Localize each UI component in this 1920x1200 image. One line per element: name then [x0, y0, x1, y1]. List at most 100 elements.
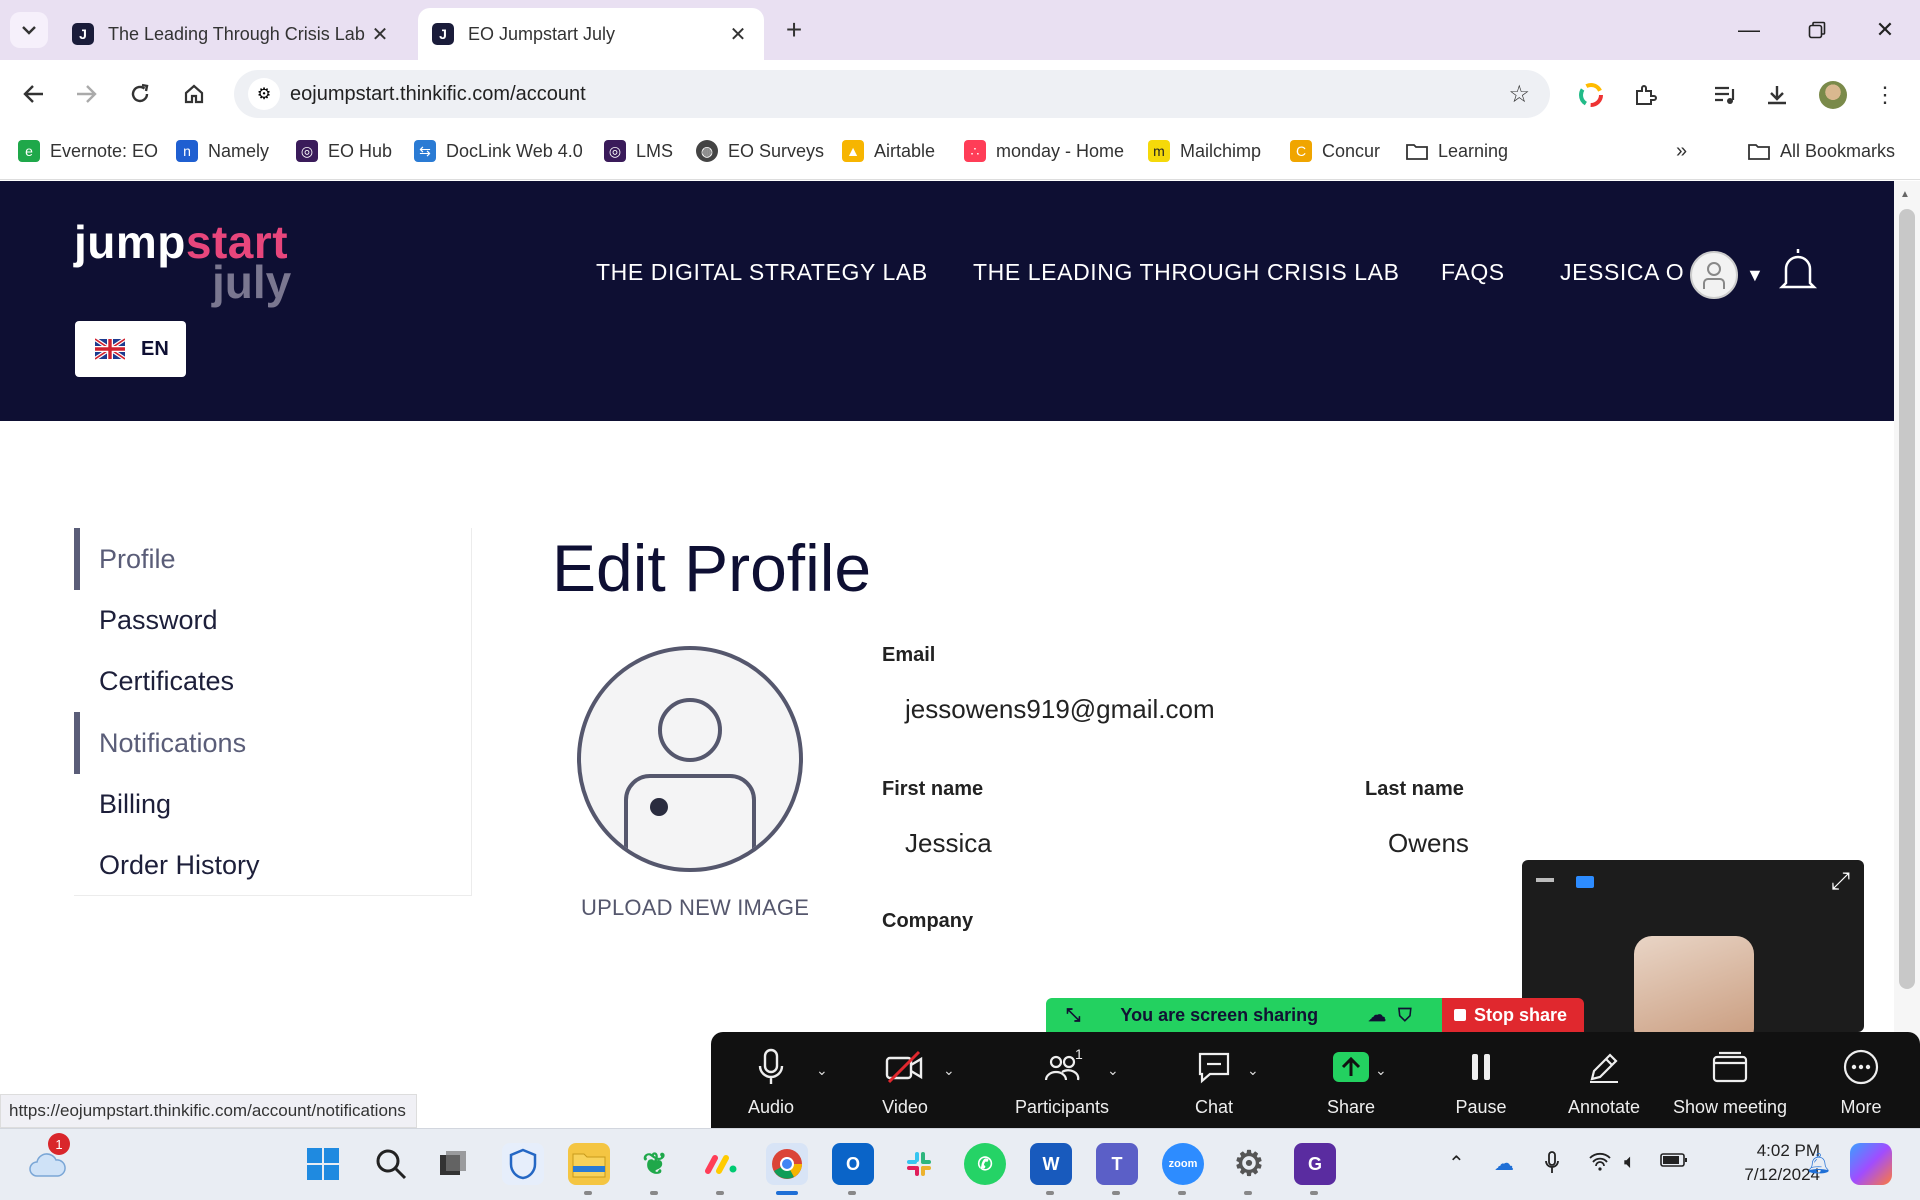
bookmark-namely[interactable]: n Namely	[176, 140, 269, 162]
page-scrollbar[interactable]: ▲	[1894, 181, 1920, 1129]
video-view-icon[interactable]	[1576, 876, 1594, 888]
bookmark-eo-hub[interactable]: ◎ EO Hub	[296, 140, 392, 162]
bookmark-mailchimp[interactable]: m Mailchimp	[1148, 140, 1261, 162]
bookmark-eo-surveys[interactable]: ◍ EO Surveys	[696, 140, 824, 162]
onedrive-cloud-icon[interactable]: ☁	[1494, 1151, 1514, 1176]
extensions-puzzle-icon[interactable]	[1628, 78, 1662, 112]
user-avatar[interactable]	[1690, 251, 1738, 299]
user-menu-name[interactable]: JESSICA O	[1560, 259, 1684, 286]
chat-options-caret-icon[interactable]: ⌄	[1247, 1062, 1259, 1079]
slack-icon[interactable]	[898, 1143, 940, 1185]
chat-button[interactable]: Chat	[1159, 1032, 1269, 1128]
system-clock[interactable]: 4:02 PM 7/12/2024	[1720, 1139, 1820, 1187]
volume-icon[interactable]: 🔈︎	[1624, 1151, 1636, 1174]
defender-shield-icon[interactable]	[502, 1143, 544, 1185]
bookmark-doclink[interactable]: ⇆ DocLink Web 4.0	[414, 140, 583, 162]
word-icon[interactable]: W	[1030, 1143, 1072, 1185]
sidebar-item-certificates[interactable]: Certificates	[74, 650, 464, 712]
forward-button[interactable]	[66, 74, 106, 114]
profile-image[interactable]	[577, 646, 803, 872]
bookmark-airtable[interactable]: ▲ Airtable	[842, 140, 935, 162]
copilot-icon[interactable]	[1850, 1143, 1892, 1185]
more-bookmarks-chevron-icon[interactable]: »	[1676, 140, 1687, 163]
new-tab-button[interactable]: +	[778, 14, 810, 46]
sidebar-item-order-history[interactable]: Order History	[74, 834, 464, 896]
audio-button[interactable]: Audio	[729, 1032, 813, 1128]
language-selector[interactable]: EN	[75, 321, 186, 377]
tab-search-button[interactable]	[10, 12, 48, 48]
video-button[interactable]: Video	[863, 1032, 947, 1128]
audio-options-caret-icon[interactable]: ⌄	[816, 1062, 828, 1079]
nav-faqs[interactable]: FAQS	[1441, 259, 1505, 286]
user-menu-caret-icon[interactable]: ▼	[1746, 265, 1764, 286]
video-options-caret-icon[interactable]: ⌄	[943, 1062, 955, 1079]
minimize-video-icon[interactable]	[1536, 878, 1554, 882]
stop-share-button[interactable]: Stop share	[1442, 998, 1584, 1032]
close-icon[interactable]: ✕	[726, 22, 750, 47]
wifi-icon[interactable]	[1588, 1151, 1612, 1177]
zoom-app-icon[interactable]: zoom	[1162, 1143, 1204, 1185]
share-options-caret-icon[interactable]: ⌄	[1375, 1062, 1387, 1079]
jumpstart-logo[interactable]: jumpstart july	[74, 219, 291, 305]
media-controls-icon[interactable]	[1708, 78, 1742, 112]
profile-avatar-icon[interactable]	[1816, 78, 1850, 112]
tab-eo-jumpstart-july[interactable]: J EO Jumpstart July ✕	[418, 8, 764, 60]
show-meeting-button[interactable]: Show meeting	[1655, 1032, 1805, 1128]
more-button[interactable]: More	[1821, 1032, 1901, 1128]
battery-icon[interactable]	[1660, 1151, 1688, 1174]
bookmark-learning-folder[interactable]: Learning	[1406, 140, 1508, 162]
upload-new-image-link[interactable]: UPLOAD NEW IMAGE	[581, 895, 809, 921]
drag-handle-icon[interactable]: ⤡	[1066, 1005, 1080, 1026]
evernote-app-icon[interactable]: ❦	[634, 1143, 676, 1185]
share-button[interactable]: Share	[1301, 1032, 1401, 1128]
participants-button[interactable]: Participants	[997, 1032, 1127, 1128]
pause-share-button[interactable]: Pause	[1431, 1032, 1531, 1128]
bookmark-star-icon[interactable]: ☆	[1508, 80, 1530, 109]
microphone-tray-icon[interactable]	[1544, 1151, 1560, 1181]
restore-button[interactable]	[1792, 10, 1842, 50]
annotate-button[interactable]: Annotate	[1549, 1032, 1659, 1128]
close-icon[interactable]: ✕	[368, 22, 392, 47]
bookmark-monday[interactable]: ∴ monday - Home	[964, 140, 1124, 162]
notification-bell-icon[interactable]	[1778, 245, 1818, 299]
last-name-field[interactable]: Owens	[1388, 828, 1469, 859]
extension-color-icon[interactable]	[1574, 78, 1608, 112]
sidebar-item-profile[interactable]: Profile	[74, 528, 464, 590]
bookmark-lms[interactable]: ◎ LMS	[604, 140, 673, 162]
reload-button[interactable]	[120, 74, 160, 114]
expand-icon[interactable]: ⤢	[1831, 868, 1850, 896]
first-name-field[interactable]: Jessica	[905, 828, 992, 859]
bookmark-concur[interactable]: C Concur	[1290, 140, 1380, 162]
menu-kebab-icon[interactable]: ⋮	[1868, 78, 1902, 112]
monday-app-icon[interactable]	[700, 1143, 742, 1185]
scrollbar-thumb[interactable]	[1899, 209, 1915, 989]
home-button[interactable]	[174, 74, 214, 114]
download-icon[interactable]	[1760, 78, 1794, 112]
tab-leading-through-crisis[interactable]: J The Leading Through Crisis Lab ✕	[58, 8, 406, 60]
participants-options-caret-icon[interactable]: ⌄	[1107, 1062, 1119, 1079]
teams-icon[interactable]: T	[1096, 1143, 1138, 1185]
settings-gear-icon[interactable]: ⚙	[1228, 1143, 1270, 1185]
search-icon[interactable]	[370, 1143, 412, 1185]
sidebar-item-password[interactable]: Password	[74, 589, 464, 651]
all-bookmarks-folder[interactable]: All Bookmarks	[1748, 140, 1895, 162]
grammarly-icon[interactable]: G	[1294, 1143, 1336, 1185]
close-window-button[interactable]: ✕	[1860, 10, 1910, 50]
sidebar-item-notifications[interactable]: Notifications	[74, 712, 464, 774]
bookmark-evernote[interactable]: e Evernote: EO	[18, 140, 158, 162]
whatsapp-icon[interactable]: ✆	[964, 1143, 1006, 1185]
scroll-up-arrow-icon[interactable]: ▲	[1900, 189, 1910, 200]
notification-bell-icon[interactable]: 🔔︎	[1806, 1151, 1831, 1176]
address-bar[interactable]: ⚙ eojumpstart.thinkific.com/account ☆	[234, 70, 1550, 118]
minimize-button[interactable]: —	[1724, 10, 1774, 50]
site-info-icon[interactable]: ⚙	[248, 78, 280, 110]
windows-start-icon[interactable]	[302, 1143, 344, 1185]
nav-leading-through-crisis-lab[interactable]: THE LEADING THROUGH CRISIS LAB	[973, 259, 1400, 286]
task-view-icon[interactable]	[432, 1143, 474, 1185]
back-button[interactable]	[14, 74, 54, 114]
chrome-icon[interactable]	[766, 1143, 808, 1185]
file-explorer-icon[interactable]	[568, 1143, 610, 1185]
nav-digital-strategy-lab[interactable]: THE DIGITAL STRATEGY LAB	[596, 259, 928, 286]
sidebar-item-billing[interactable]: Billing	[74, 773, 464, 835]
outlook-icon[interactable]: O	[832, 1143, 874, 1185]
